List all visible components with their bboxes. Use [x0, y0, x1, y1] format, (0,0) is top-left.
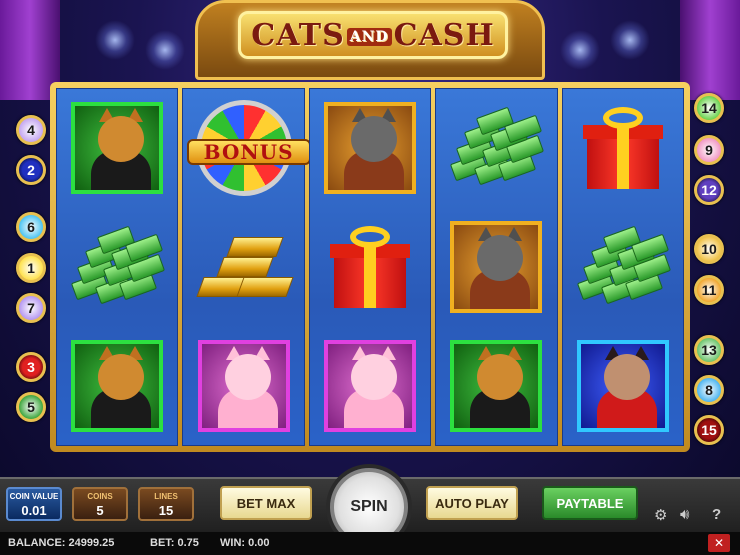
fluffy-cat-pink-symbol	[183, 326, 303, 445]
payline-6[interactable]: 6	[16, 212, 46, 242]
close-icon[interactable]: ✕	[708, 534, 730, 552]
fluffy-cat-pink-symbol	[310, 326, 430, 445]
coin-value-label: COIN VALUE	[9, 492, 59, 501]
bonus-wheel-symbol: BONUS	[183, 89, 311, 208]
payline-8[interactable]: 8	[694, 375, 724, 405]
lines-value: 15	[158, 503, 174, 518]
payline-1[interactable]: 1	[16, 253, 46, 283]
coin-value: 0.01	[21, 503, 47, 518]
stage-light	[560, 30, 600, 70]
reel-frame: BONUS	[50, 82, 690, 452]
coins-label: COINS	[87, 492, 113, 501]
balance-text: BALANCE: 24999.25	[8, 537, 115, 549]
payline-10[interactable]: 10	[694, 234, 724, 264]
grey-cat-gold-symbol	[436, 208, 556, 327]
gift-box-symbol	[563, 89, 683, 208]
gear-icon[interactable]: ⚙	[654, 506, 667, 524]
tabby-cat-green-symbol	[57, 89, 177, 208]
game-logo: CATS AND CASH	[195, 0, 545, 80]
status-bar: BALANCE: 24999.25 BET: 0.75 WIN: 0.00	[0, 532, 740, 555]
reel-1	[56, 88, 179, 446]
stage-light	[145, 30, 185, 70]
bet-max-button[interactable]: BET MAX	[220, 486, 312, 520]
tabby-cat-green-symbol	[57, 326, 177, 445]
payline-4[interactable]: 4	[16, 115, 46, 145]
cash-stack-symbol	[436, 89, 556, 208]
lady-cat-blue-symbol	[563, 326, 683, 445]
question-icon[interactable]: ?	[712, 506, 721, 523]
reel-2: BONUS	[182, 88, 311, 446]
cash-stack-symbol	[563, 208, 683, 327]
reel-4	[435, 88, 558, 446]
payline-5[interactable]: 5	[16, 392, 46, 422]
payline-2[interactable]: 2	[16, 155, 46, 185]
payline-3[interactable]: 3	[16, 352, 46, 382]
win-text: WIN: 0.00	[220, 537, 270, 549]
tabby-cat-green-symbol	[436, 326, 556, 445]
grey-cat-gold-symbol	[310, 89, 430, 208]
payline-9[interactable]: 9	[694, 135, 724, 165]
gift-box-symbol	[310, 208, 430, 327]
auto-play-button[interactable]: AUTO PLAY	[426, 486, 518, 520]
reel-3	[308, 88, 432, 446]
stage-light	[95, 20, 135, 60]
reels-area: BONUS	[56, 88, 685, 446]
stage-light	[610, 20, 650, 60]
cash-stack-symbol	[57, 208, 177, 327]
speaker-icon[interactable]: 🔊︎	[680, 506, 689, 523]
lines-selector[interactable]: LINES 15	[138, 487, 194, 521]
logo-marquee: CATS AND CASH	[238, 11, 508, 59]
coins-value: 5	[96, 503, 104, 518]
gold-bars-symbol	[183, 208, 303, 327]
payline-15[interactable]: 15	[694, 415, 724, 445]
payline-11[interactable]: 11	[694, 275, 724, 305]
payline-14[interactable]: 14	[694, 93, 724, 123]
lines-label: LINES	[154, 492, 178, 501]
payline-12[interactable]: 12	[694, 175, 724, 205]
bet-text: BET: 0.75	[150, 537, 199, 549]
payline-13[interactable]: 13	[694, 335, 724, 365]
bonus-label: BONUS	[186, 139, 311, 166]
logo-text: CATS AND CASH	[251, 17, 495, 53]
reel-5	[561, 88, 685, 446]
coins-selector[interactable]: COINS 5	[72, 487, 128, 521]
paytable-button[interactable]: PAYTABLE	[542, 486, 638, 520]
payline-7[interactable]: 7	[16, 293, 46, 323]
coin-value-selector[interactable]: COIN VALUE 0.01	[6, 487, 62, 521]
